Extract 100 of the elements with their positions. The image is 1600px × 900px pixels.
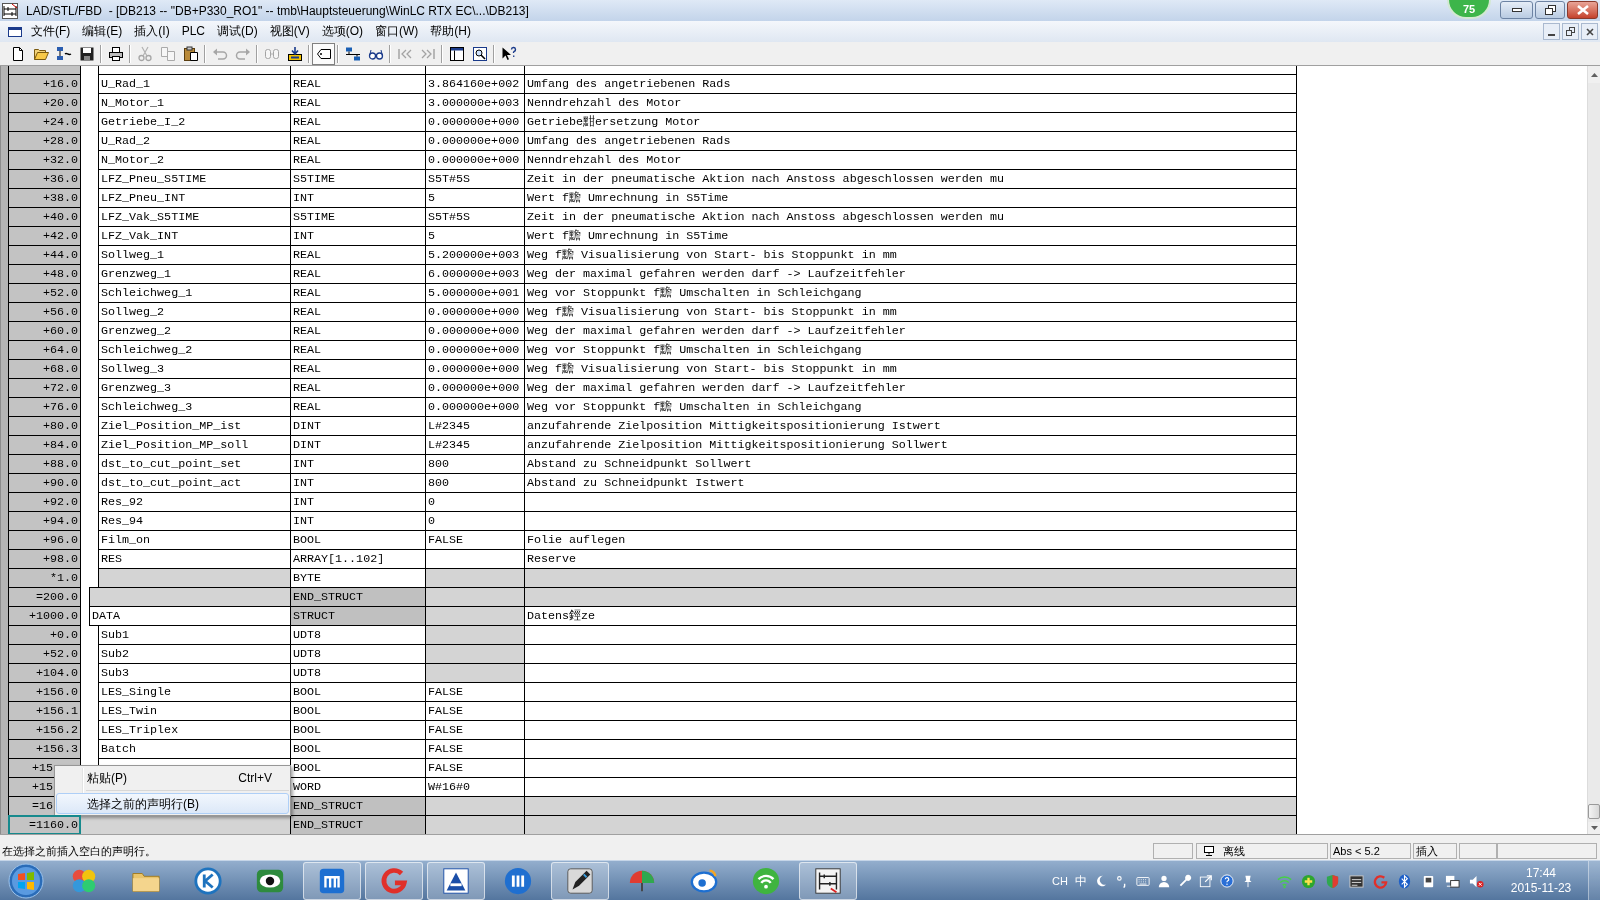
ladder-diagram-icon: [2, 2, 18, 19]
copy-icon: [159, 45, 176, 62]
menu-item[interactable]: PLC: [175, 22, 211, 41]
comment-cell: Weg f黵 Visualisierung von Start- bis Stoppunkt in mm: [524, 245, 1297, 265]
zoom-icon: [471, 45, 488, 62]
tray-button[interactable]: [1445, 873, 1460, 889]
address-cell: +42.0: [8, 226, 81, 246]
address-cell: +96.0: [8, 530, 81, 550]
taskbar-app[interactable]: [551, 862, 609, 900]
taskbar-app[interactable]: [427, 862, 485, 900]
comment-cell: Abstand zu Schneidpunkt Sollwert: [524, 454, 1297, 474]
ladder-diagram-icon: [813, 866, 843, 896]
comment-cell: anzufahrende Zielposition Mittigkeitspositionierung Istwert: [524, 416, 1297, 436]
chevron-circle-icon: [193, 866, 223, 896]
window-title: LAD/STL/FBD - [DB213 -- "DB+P330_RO1" -- tmb\Hauptsteuerung\WinLC RTX EC\...\DB213]: [26, 2, 529, 19]
tray-button[interactable]: [1421, 873, 1436, 889]
address-cell: +64.0: [8, 340, 81, 360]
close-button[interactable]: [1581, 23, 1598, 40]
minimize-icon: [1548, 34, 1555, 36]
window-icon: [448, 45, 465, 62]
address-cell: +48.0: [8, 264, 81, 284]
start-button[interactable]: [7, 862, 45, 900]
address-cell: +28.0: [8, 131, 81, 151]
minimize-button[interactable]: [1500, 1, 1533, 19]
menu-item[interactable]: 调试(D): [211, 22, 264, 41]
close-button[interactable]: [1567, 1, 1598, 19]
print-icon: [107, 45, 124, 62]
cut-icon: [136, 45, 153, 62]
paste-icon: [182, 45, 199, 62]
address-cell: +98.0: [8, 549, 81, 569]
address-cell: +36.0: [8, 169, 81, 189]
menu-item[interactable]: 选项(O): [315, 22, 369, 41]
comment-cell: Datens鋞ze: [524, 606, 1297, 626]
address-cell: +156.2: [8, 720, 81, 740]
comment-cell: Weg vor Stoppunkt f黵 Umschalten in Schleichgang: [524, 397, 1297, 417]
toolbar-button[interactable]: [312, 42, 335, 65]
close-icon: [1576, 5, 1589, 15]
menu-item[interactable]: 窗口(W): [369, 22, 425, 41]
address-cell: +80.0: [8, 416, 81, 436]
type-cell: END_STRUCT: [290, 587, 426, 607]
comment-cell: Weg der maximal gefahren werden darf -> Laufzeitfehler: [524, 378, 1297, 398]
menu-item[interactable]: 选择之前的声明行(B): [56, 793, 289, 814]
address-cell: *1.0: [8, 568, 81, 588]
tray-button[interactable]: [1397, 873, 1412, 889]
chip-icon: [1349, 873, 1364, 889]
restore-icon: [1544, 5, 1556, 15]
connection-status: 离线: [1223, 844, 1245, 858]
help-icon: [1220, 874, 1234, 888]
comment-cell: Nenndrehzahl des Motor: [524, 93, 1297, 113]
scroll-down-button[interactable]: [1588, 822, 1600, 834]
status-panel: [1153, 843, 1193, 859]
muted-speaker-icon: [1469, 873, 1484, 889]
start-orb-icon: [8, 863, 44, 899]
address-cell: +32.0: [8, 150, 81, 170]
minimize-button[interactable]: [1543, 23, 1560, 40]
comment-cell: Umfang des angetriebenen Rads: [524, 74, 1297, 94]
address-cell: =1160.0: [8, 815, 81, 834]
type-cell: END_STRUCT: [290, 815, 426, 834]
window-icon: [7, 24, 23, 39]
address-cell: +24.0: [8, 112, 81, 132]
comment-cell: Getriebe黚ersetzung Motor: [524, 112, 1297, 132]
address-cell: +104.0: [8, 663, 81, 683]
comment-cell: Weg vor Stoppunkt f黵 Umschalten in Schleichgang: [524, 340, 1297, 360]
device-icon: [1421, 873, 1436, 889]
tray-button[interactable]: [1469, 873, 1484, 889]
bluetooth-icon: [1397, 873, 1412, 889]
mode-status: 插入: [1413, 843, 1457, 859]
scroll-thumb[interactable]: [1588, 804, 1600, 819]
comment-cell: Zeit in der pneumatische Aktion nach Anstoss abgeschlossen werden mu: [524, 169, 1297, 189]
comment-cell: Wert f黵 Umrechnung in S5Time: [524, 226, 1297, 246]
keyboard-icon: [1136, 874, 1150, 888]
address-cell: +76.0: [8, 397, 81, 417]
help-icon: [500, 45, 517, 62]
down-arrow-icon: [1590, 826, 1598, 830]
comment-cell: anzufahrende Zielposition Mittigkeitspositionierung Sollwert: [524, 435, 1297, 455]
plus-circle-icon: [1301, 873, 1316, 889]
wifi-circle-icon: [751, 866, 781, 896]
address-cell: +156.1: [8, 701, 81, 721]
clock-time: 17:44: [1526, 866, 1556, 881]
swirl-icon: [379, 866, 409, 896]
menu-item[interactable]: 帮助(H): [424, 22, 477, 41]
menu-item[interactable]: 视图(V): [263, 22, 316, 41]
comment-cell: Umfang des angetriebenen Rads: [524, 131, 1297, 151]
comment-cell: Weg der maximal gefahren werden darf -> Laufzeitfehler: [524, 321, 1297, 341]
menu-item[interactable]: 编辑(E): [76, 22, 129, 41]
menu-item[interactable]: 文件(F): [25, 22, 77, 41]
address-cell: +84.0: [8, 435, 81, 455]
menu-item[interactable]: 插入(I): [128, 22, 176, 41]
address-cell: +52.0: [8, 283, 81, 303]
taskbar-app[interactable]: [799, 862, 857, 900]
comment-cell: Weg f黵 Visualisierung von Start- bis Stoppunkt in mm: [524, 302, 1297, 322]
tray-button[interactable]: [1349, 873, 1364, 889]
address-cell: +156.3: [8, 739, 81, 759]
address-cell: +38.0: [8, 188, 81, 208]
scroll-up-button[interactable]: [1588, 66, 1600, 83]
comment-cell: Weg vor Stoppunkt f黵 Umschalten in Schleichgang: [524, 283, 1297, 303]
restore-button[interactable]: [1535, 1, 1565, 19]
restore-button[interactable]: [1562, 23, 1579, 40]
address-cell: +156.0: [8, 682, 81, 702]
monitor-icon: [1203, 845, 1215, 857]
